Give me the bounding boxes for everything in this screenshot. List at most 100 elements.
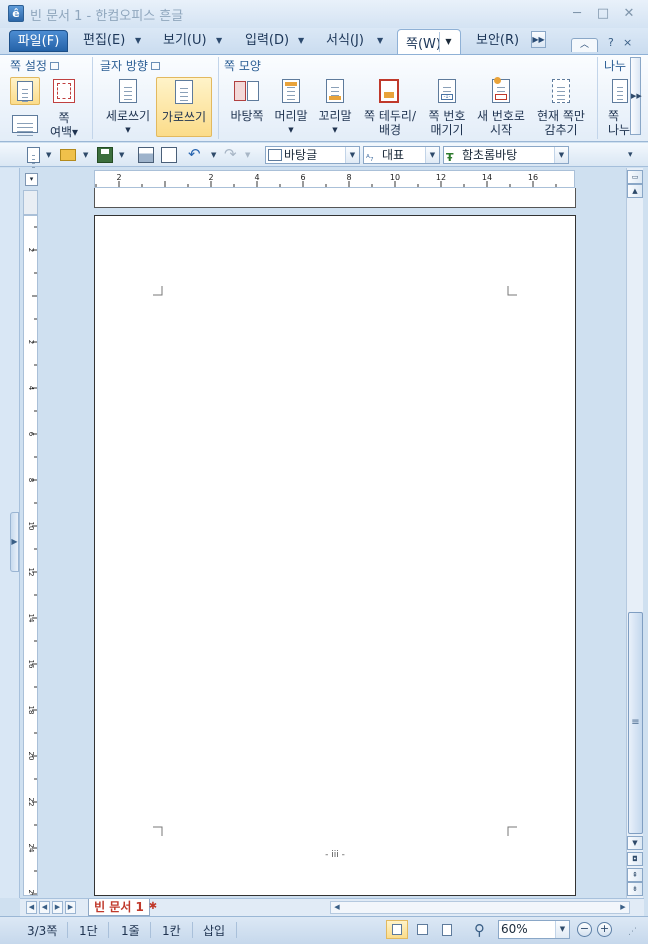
document-page[interactable]: - iii -: [94, 215, 576, 896]
status-section: 1단: [79, 924, 98, 938]
ribbon-scroll-right-icon[interactable]: ▶▶: [630, 57, 642, 135]
save-icon[interactable]: [97, 147, 113, 163]
chevron-down-icon[interactable]: ▼: [211, 147, 216, 163]
scroll-left-icon[interactable]: ◀: [331, 902, 343, 913]
maximize-button[interactable]: □: [594, 6, 612, 22]
page-layout-view-icon[interactable]: [386, 920, 408, 939]
language-select[interactable]: ᴬ₇ 대표 ▼: [363, 146, 440, 164]
footer-button[interactable]: 꼬리말 ▼: [314, 77, 356, 137]
header-button[interactable]: 머리말 ▼: [270, 77, 312, 137]
tab-security[interactable]: 보안(R): [476, 30, 519, 52]
chevron-down-icon[interactable]: ▼: [554, 147, 568, 163]
next-page-icon[interactable]: ⇟: [627, 882, 643, 896]
tab-view[interactable]: 보기(U): [163, 30, 207, 52]
more-tabs-icon[interactable]: ▶▶: [531, 31, 546, 48]
minimize-button[interactable]: ─: [568, 6, 586, 22]
vertical-writing-button[interactable]: 세로쓰기 ▼: [100, 77, 156, 137]
draft-view-icon[interactable]: [436, 920, 458, 939]
tab-file[interactable]: 파일(F): [9, 30, 68, 52]
chevron-down-icon[interactable]: ▼: [46, 147, 51, 163]
toolbar-options-icon[interactable]: ▾: [628, 147, 633, 163]
last-tab-icon[interactable]: ▶: [65, 901, 76, 914]
page-settings-button[interactable]: [10, 77, 40, 105]
hide-current-page-button[interactable]: 현재 쪽만 감추기: [532, 77, 590, 137]
first-tab-icon[interactable]: ◀: [26, 901, 37, 914]
scroll-down-icon[interactable]: ▼: [627, 836, 643, 850]
restart-numbering-button[interactable]: 새 번호로 시작: [472, 77, 530, 137]
scroll-split-icon[interactable]: ▭: [627, 170, 643, 184]
scroll-right-icon[interactable]: ▶: [617, 902, 629, 913]
side-panel-toggle-icon[interactable]: ▶: [10, 512, 19, 572]
chevron-down-icon[interactable]: ▼: [298, 30, 304, 52]
chevron-down-icon[interactable]: ▼: [555, 921, 569, 938]
zoom-in-icon[interactable]: +: [597, 922, 612, 937]
print-icon[interactable]: [138, 147, 154, 163]
scroll-up-icon[interactable]: ▲: [627, 184, 643, 198]
new-document-icon[interactable]: [27, 147, 40, 163]
page-view-icon[interactable]: ◘: [627, 852, 643, 866]
ruler-label: 6: [27, 432, 35, 437]
new-tab-icon[interactable]: ✱: [142, 899, 164, 916]
ruler-label: 2: [116, 173, 121, 182]
font-select-value: 함초롬바탕: [462, 148, 518, 162]
next-tab-icon[interactable]: ▶: [52, 901, 63, 914]
style-select[interactable]: 바탕글 ▼: [265, 146, 360, 164]
chevron-down-icon[interactable]: ▼: [377, 30, 383, 52]
tab-page[interactable]: 쪽(W) ▼: [397, 29, 461, 55]
page-numbering-button[interactable]: -1- 쪽 번호 매기기: [424, 77, 470, 137]
vertical-ruler[interactable]: 2 2 4 6 8 10 12 14 16 18 20 22 24 26: [23, 215, 38, 896]
close-button[interactable]: ✕: [620, 6, 638, 22]
open-folder-icon[interactable]: [60, 149, 76, 161]
chevron-down-icon[interactable]: ▼: [425, 147, 439, 163]
status-separator: [108, 922, 109, 938]
prev-page-icon[interactable]: ⇞: [627, 868, 643, 882]
vertical-scrollbar[interactable]: ▭ ▲ ≡ ▼ ◘ ⇞ ⇟: [626, 168, 643, 898]
page-break-button[interactable]: 쪽 나누: [604, 77, 630, 137]
help-icon[interactable]: ?: [608, 36, 614, 49]
print-preview-icon[interactable]: [161, 147, 177, 163]
ruler-label: 26: [27, 890, 35, 896]
doc-close-icon[interactable]: ×: [623, 36, 632, 49]
chevron-down-icon[interactable]: ▼: [83, 147, 88, 163]
group-title-page-setup: 쪽 설정: [10, 57, 59, 74]
ribbon-collapse-icon[interactable]: ︿: [571, 38, 598, 52]
chevron-down-icon[interactable]: ▼: [119, 147, 124, 163]
chevron-down-icon[interactable]: ▼: [135, 30, 141, 52]
horizontal-writing-button[interactable]: 가로쓰기: [156, 77, 212, 137]
page-border-background-button[interactable]: 쪽 테두리/ 배경: [358, 77, 422, 137]
chevron-down-icon[interactable]: ▼: [345, 147, 359, 163]
undo-icon[interactable]: ↶: [188, 147, 204, 163]
zoom-magnifier-icon[interactable]: ⚲: [474, 921, 492, 939]
tab-format[interactable]: 서식(J): [326, 30, 364, 52]
prev-tab-icon[interactable]: ◀: [39, 901, 50, 914]
zoom-out-icon[interactable]: −: [577, 922, 592, 937]
chevron-down-icon[interactable]: ▼: [439, 32, 457, 52]
crop-mark-top-right: [507, 286, 517, 296]
status-insert-mode[interactable]: 삽입: [203, 922, 225, 939]
zoom-select[interactable]: 60% ▼: [498, 920, 570, 939]
horizontal-scrollbar[interactable]: ◀ ▶: [330, 901, 630, 914]
page-margin-label: 쪽 여백▾: [49, 111, 79, 139]
title-bar: ê 빈 문서 1 - 한컴오피스 흔글 ─ □ ✕: [0, 0, 648, 28]
previous-page-bottom: [94, 188, 576, 208]
app-icon[interactable]: ê: [8, 5, 24, 22]
landscape-page-icon[interactable]: [12, 115, 38, 133]
ruler-label: 16: [27, 660, 35, 669]
document-tab[interactable]: 빈 문서 1: [88, 899, 150, 916]
page-margin-button[interactable]: 쪽 여백▾: [46, 111, 82, 139]
page-break-icon: [612, 79, 628, 103]
page-border-icon[interactable]: [53, 79, 75, 103]
dialog-launcher-icon[interactable]: [49, 62, 59, 70]
dialog-launcher-icon[interactable]: [150, 62, 160, 70]
master-page-button[interactable]: 바탕쪽: [226, 77, 268, 137]
scrollbar-thumb[interactable]: ≡: [628, 612, 643, 834]
normal-view-icon[interactable]: [411, 920, 433, 939]
group-title-page-style: 쪽 모양: [224, 59, 261, 73]
tab-edit[interactable]: 편집(E): [83, 30, 125, 52]
ruler-label: 2: [27, 248, 35, 252]
chevron-down-icon[interactable]: ▼: [216, 30, 222, 52]
ruler-corner-button[interactable]: ▾: [25, 173, 38, 186]
font-select[interactable]: Ŧ 함초롬바탕 ▼: [443, 146, 569, 164]
horizontal-ruler[interactable]: 2 2 4 6 8 10 12 14 16: [94, 170, 575, 188]
tab-insert[interactable]: 입력(D): [245, 30, 289, 52]
